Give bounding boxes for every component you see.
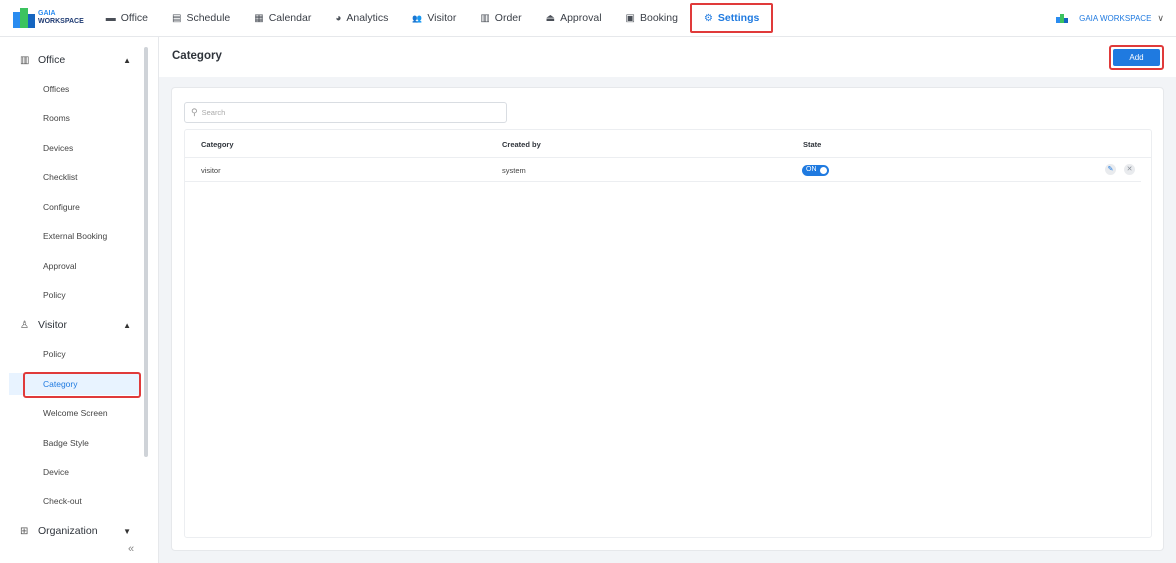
nav-label: Calendar <box>268 12 312 24</box>
cell-category: visitor <box>201 166 221 175</box>
nav-calendar[interactable]: ▦ Calendar <box>242 0 323 37</box>
toggle-label: ON <box>806 166 817 173</box>
approval-icon: ⏏ <box>545 12 556 24</box>
nav-booking[interactable]: ▣ Booking <box>614 0 690 37</box>
table-row[interactable]: visitor system ON ✎ ✕ <box>185 158 1141 182</box>
nav-approval[interactable]: ⏏ Approval <box>534 0 614 37</box>
sidebar-item-welcome-screen[interactable]: Welcome Screen <box>0 402 145 424</box>
search-box[interactable]: ⚲ <box>184 102 507 123</box>
sidebar-group-visitor[interactable]: ♙ Visitor ▲ <box>0 311 145 339</box>
sidebar-group-organization[interactable]: ⊞ Organization ▼ <box>0 517 145 545</box>
brand-logo[interactable]: GAIA WORKSPACE <box>13 8 84 28</box>
schedule-icon: ▤ <box>172 12 182 24</box>
booking-icon: ▣ <box>625 12 635 24</box>
nav-label: Visitor <box>427 12 457 24</box>
state-toggle[interactable]: ON <box>802 165 829 176</box>
sidebar-group-office[interactable]: ▥ Office ▲ <box>0 46 145 74</box>
nav-label: Analytics <box>346 12 389 24</box>
highlight-box <box>23 372 141 398</box>
nav-label: Schedule <box>186 12 231 24</box>
briefcase-icon: ▬ <box>105 12 116 24</box>
toggle-knob <box>820 167 827 174</box>
nav-office[interactable]: ▬ Office <box>94 0 160 37</box>
sidebar-item-device[interactable]: Device <box>0 461 145 483</box>
nav-label: Office <box>120 12 148 24</box>
column-header-state[interactable]: State <box>803 140 821 149</box>
sidebar-item-office-policy[interactable]: Policy <box>0 284 145 306</box>
users-icon: 👥 <box>412 13 423 23</box>
chevron-down-icon: ∨ <box>1157 13 1164 23</box>
edit-icon[interactable]: ✎ <box>1105 164 1116 175</box>
nav-settings[interactable]: ⚙ Settings <box>689 3 774 33</box>
order-icon: ▥ <box>480 12 490 24</box>
sidebar-item-configure[interactable]: Configure <box>0 196 145 218</box>
sidebar-item-check-out[interactable]: Check-out <box>0 490 145 512</box>
sidebar-item-badge-style[interactable]: Badge Style <box>0 432 145 454</box>
sidebar-item-offices[interactable]: Offices <box>0 78 145 100</box>
chevron-down-icon: ▼ <box>123 526 131 536</box>
search-icon: ⚲ <box>191 107 198 117</box>
nav-label: Booking <box>640 12 678 24</box>
nav-order[interactable]: ▥ Order <box>468 0 533 37</box>
highlight-box: Add <box>1109 45 1164 70</box>
sidebar-item-rooms[interactable]: Rooms <box>0 107 145 129</box>
column-header-created-by[interactable]: Created by <box>502 140 541 149</box>
chevron-up-icon: ▲ <box>123 320 131 330</box>
sidebar-group-label: Visitor <box>38 319 67 331</box>
top-nav: GAIA WORKSPACE ▬ Office ▤ Schedule ▦ Calend… <box>0 0 1176 37</box>
workspace-switcher[interactable]: GAIA WORKSPACE ∨ <box>1056 0 1164 37</box>
sidebar-group-label: Office <box>38 54 66 66</box>
cell-created-by: system <box>502 166 526 175</box>
nav-label: Order <box>494 12 522 24</box>
table-header: Category Created by State <box>185 130 1151 158</box>
page-header: Category Add <box>159 37 1176 77</box>
brand-line-1: GAIA <box>38 10 56 17</box>
nav-label: Settings <box>717 12 760 24</box>
page-title: Category <box>172 50 222 62</box>
nav-analytics[interactable]: ◕ Analytics <box>323 0 400 37</box>
collapse-sidebar-icon[interactable]: « <box>128 543 134 555</box>
content-card: ⚲ Category Created by State visitor syst… <box>171 87 1164 551</box>
sidebar-group-label: Organization <box>38 525 98 537</box>
add-button[interactable]: Add <box>1113 49 1160 66</box>
sidebar-item-checklist[interactable]: Checklist <box>0 166 145 188</box>
sidebar-item-external-booking[interactable]: External Booking <box>0 225 145 247</box>
sidebar: ▥ Office ▲ Offices Rooms Devices Checkli… <box>0 37 159 563</box>
workspace-label: GAIA WORKSPACE <box>1079 14 1152 23</box>
category-table: Category Created by State visitor system… <box>184 129 1152 538</box>
nav-visitor[interactable]: 👥 Visitor <box>400 0 468 37</box>
logo-icon <box>13 8 35 28</box>
building-icon: ▥ <box>20 54 30 66</box>
gear-icon: ⚙ <box>703 12 713 24</box>
sidebar-item-visitor-policy[interactable]: Policy <box>0 343 145 365</box>
workspace-logo-icon <box>1056 14 1074 23</box>
org-chart-icon: ⊞ <box>20 525 29 537</box>
visitor-icon: ♙ <box>20 319 29 331</box>
search-input[interactable] <box>201 108 492 117</box>
delete-icon[interactable]: ✕ <box>1124 164 1135 175</box>
nav-schedule[interactable]: ▤ Schedule <box>160 0 242 37</box>
nav-label: Approval <box>560 12 602 24</box>
sidebar-item-approval[interactable]: Approval <box>0 255 145 277</box>
brand-line-2: WORKSPACE <box>38 18 84 25</box>
chevron-up-icon: ▲ <box>123 55 131 65</box>
calendar-icon: ▦ <box>254 12 264 24</box>
sidebar-item-devices[interactable]: Devices <box>0 137 145 159</box>
column-header-category[interactable]: Category <box>201 140 234 149</box>
pie-chart-icon: ◕ <box>335 12 342 24</box>
